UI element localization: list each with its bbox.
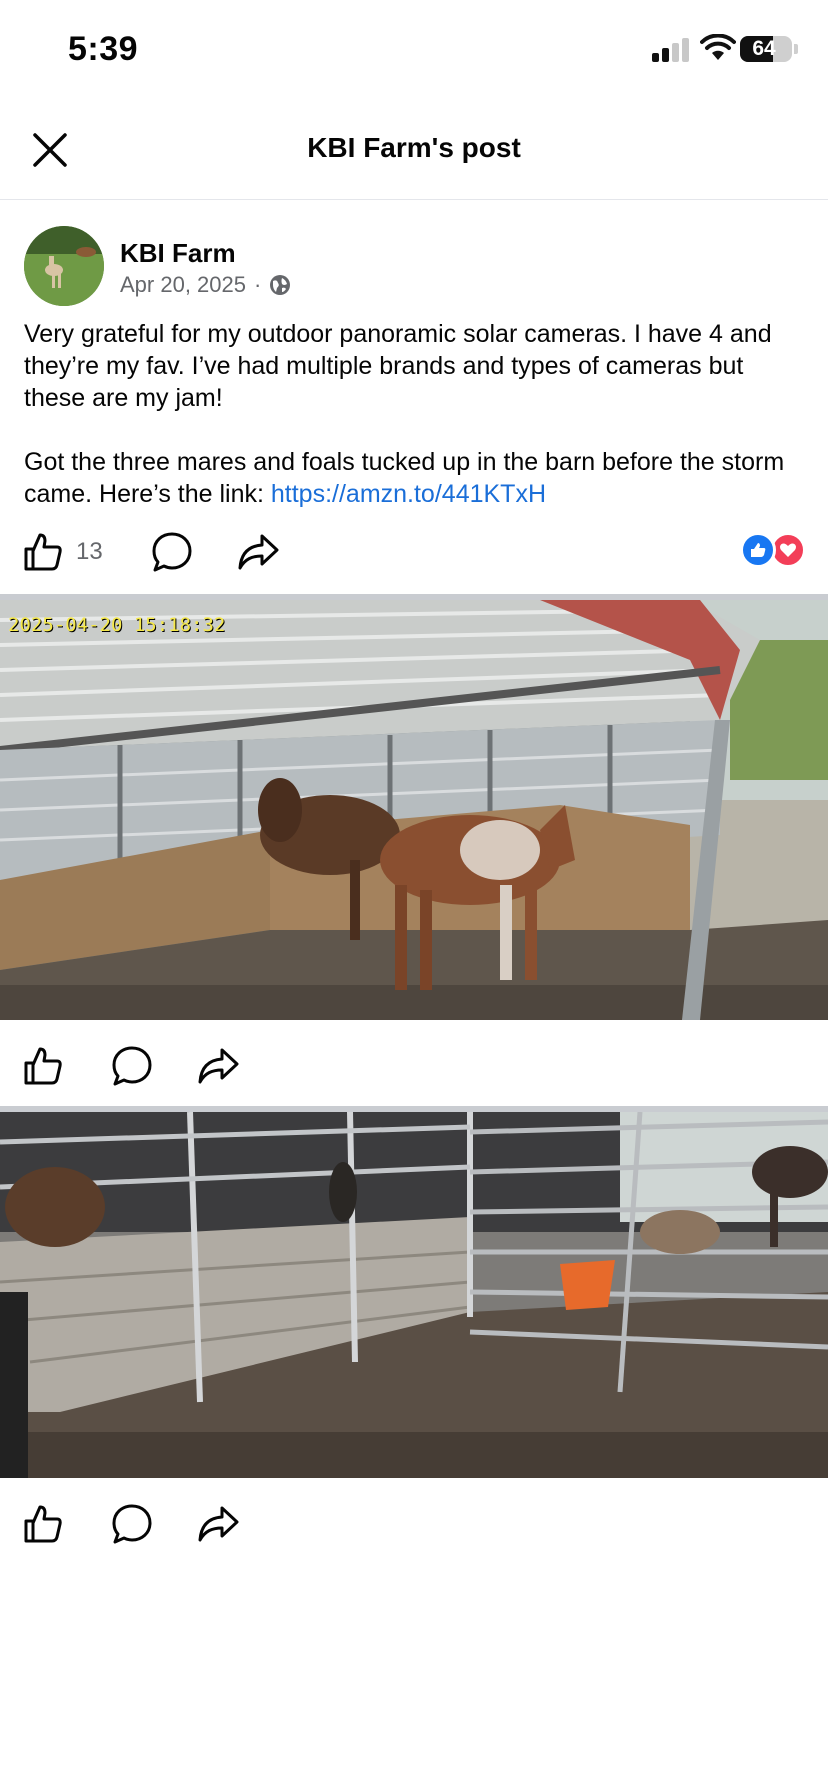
like-reaction-icon (740, 532, 776, 568)
post-body: Very grateful for my outdoor panoramic s… (24, 318, 804, 542)
post-actions: 13 (0, 524, 828, 580)
meta-separator: · (253, 272, 262, 297)
post-date[interactable]: Apr 20, 2025 (120, 272, 246, 298)
globe-icon (270, 275, 291, 295)
comment-button[interactable] (150, 524, 194, 580)
battery-icon: 64 (740, 36, 792, 62)
post-author-name[interactable]: KBI Farm (120, 238, 236, 269)
post-photo[interactable]: 2025-04-20 15:18:32 (0, 600, 828, 1020)
comment-icon (112, 1046, 152, 1086)
like-icon (24, 533, 62, 571)
photo-actions (0, 1496, 828, 1552)
like-count: 13 (76, 538, 103, 565)
comment-button[interactable] (110, 1038, 154, 1094)
share-button[interactable] (236, 524, 280, 580)
like-icon (24, 1047, 62, 1085)
comment-icon (112, 1504, 152, 1544)
share-icon (238, 534, 279, 570)
wifi-icon (700, 34, 736, 60)
barn-camera-image (0, 600, 828, 1020)
photo-actions (0, 1038, 828, 1094)
avatar[interactable] (24, 226, 104, 306)
like-icon (24, 1505, 62, 1543)
battery-nub (794, 44, 798, 54)
page-title: KBI Farm's post (307, 132, 521, 163)
status-bar: 5:39 64 (0, 0, 828, 100)
like-button[interactable] (22, 1496, 64, 1552)
battery-percent: 64 (752, 37, 776, 60)
comment-icon (152, 532, 192, 572)
post-header-bar: KBI Farm's post (0, 100, 828, 200)
post-meta: Apr 20, 2025 · (120, 272, 291, 298)
cellular-signal-icon (652, 38, 692, 62)
post-paragraph: Very grateful for my outdoor panoramic s… (24, 320, 772, 412)
post-link[interactable]: https://amzn.to/441KTxH (271, 480, 546, 508)
stall-camera-image (0, 1112, 828, 1478)
share-icon (198, 1048, 239, 1084)
reaction-summary[interactable] (740, 532, 806, 568)
post-photo[interactable] (0, 1112, 828, 1478)
post-paragraph: Got the three mares and foals tucked up … (24, 446, 804, 510)
share-icon (198, 1506, 239, 1542)
status-time: 5:39 (68, 30, 139, 68)
like-button[interactable] (22, 1038, 64, 1094)
share-button[interactable] (196, 1038, 240, 1094)
share-button[interactable] (196, 1496, 240, 1552)
camera-timestamp: 2025-04-20 15:18:32 (8, 614, 226, 636)
like-button[interactable]: 13 (22, 524, 103, 580)
comment-button[interactable] (110, 1496, 154, 1552)
